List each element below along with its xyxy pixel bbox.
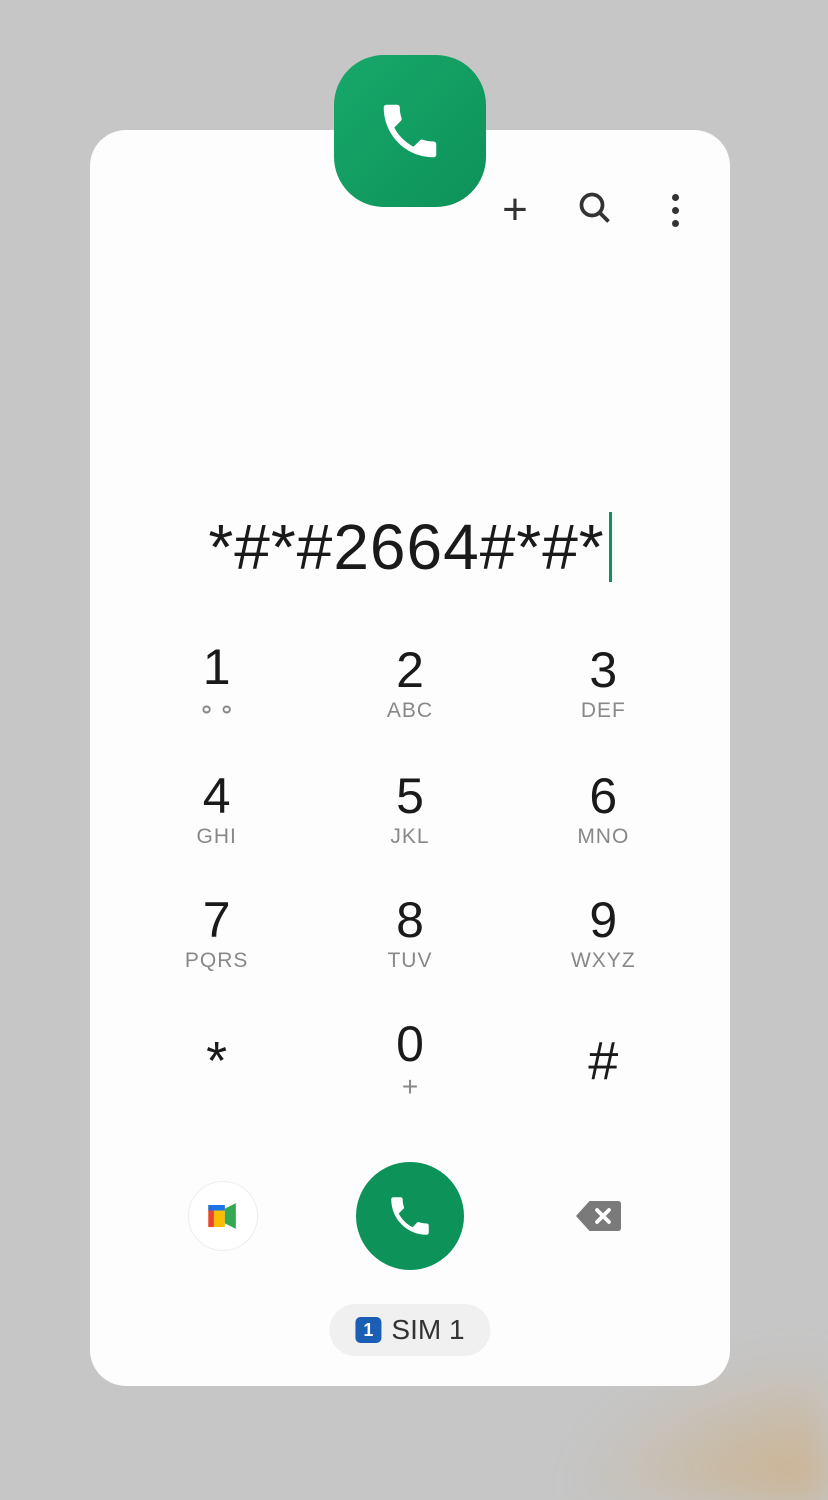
key-digit-label: 4 (203, 771, 231, 821)
key-4[interactable]: 4 GHI (130, 771, 303, 849)
key-digit-label: 2 (396, 645, 424, 695)
key-3[interactable]: 3 DEF (517, 642, 690, 725)
phone-app-icon[interactable] (334, 55, 486, 207)
add-button[interactable]: + (495, 190, 535, 230)
key-digit-label: 9 (589, 895, 617, 945)
key-digit-label: 5 (396, 771, 424, 821)
phone-icon (385, 1191, 435, 1241)
key-sub-label: DEF (581, 699, 626, 723)
header-actions: + (495, 190, 695, 230)
key-sub-label: + (402, 1071, 418, 1103)
key-digit-label: # (588, 1034, 618, 1088)
sim-selector[interactable]: 1 SIM 1 (329, 1304, 490, 1356)
key-1[interactable]: 1 ⚬⚬ (130, 642, 303, 725)
plus-icon: + (502, 185, 528, 235)
key-0[interactable]: 0 + (323, 1019, 496, 1103)
key-7[interactable]: 7 PQRS (130, 895, 303, 973)
key-9[interactable]: 9 WXYZ (517, 895, 690, 973)
key-star[interactable]: * (130, 1019, 303, 1103)
key-sub-label: WXYZ (571, 949, 636, 973)
google-meet-icon (201, 1194, 245, 1238)
cursor (609, 512, 612, 582)
key-digit-label: 8 (396, 895, 424, 945)
key-sub-label: MNO (577, 825, 629, 849)
keypad: 1 ⚬⚬ 2 ABC 3 DEF 4 GHI 5 JKL 6 MNO 7 PQR… (130, 642, 690, 1103)
backspace-button[interactable] (573, 1198, 621, 1234)
number-display[interactable]: *#*#2664#*#* (90, 510, 730, 584)
video-call-button[interactable] (188, 1181, 258, 1251)
key-sub-label: GHI (196, 825, 236, 849)
key-sub-label: TUV (387, 949, 432, 973)
backspace-icon (573, 1198, 621, 1234)
action-row (130, 1162, 690, 1270)
call-button[interactable] (356, 1162, 464, 1270)
key-digit-label: 0 (396, 1019, 424, 1069)
entered-number: *#*#2664#*#* (208, 510, 604, 584)
search-icon (577, 190, 613, 231)
more-button[interactable] (655, 190, 695, 230)
sim-number-badge: 1 (355, 1317, 381, 1343)
key-digit-label: 7 (203, 895, 231, 945)
voicemail-icon: ⚬⚬ (197, 696, 237, 725)
key-sub-label: JKL (390, 825, 429, 849)
sim-label: SIM 1 (391, 1314, 464, 1346)
key-sub-label: ABC (387, 699, 433, 723)
key-6[interactable]: 6 MNO (517, 771, 690, 849)
key-5[interactable]: 5 JKL (323, 771, 496, 849)
key-digit-label: 3 (589, 645, 617, 695)
key-2[interactable]: 2 ABC (323, 642, 496, 725)
more-vert-icon (672, 194, 679, 227)
key-hash[interactable]: # (517, 1019, 690, 1103)
key-digit-label: 1 (203, 642, 231, 692)
key-sub-label: PQRS (185, 949, 249, 973)
key-digit-label: 6 (589, 771, 617, 821)
search-button[interactable] (575, 190, 615, 230)
key-8[interactable]: 8 TUV (323, 895, 496, 973)
key-digit-label: * (206, 1034, 227, 1088)
dialer-card: + *#*#2664#*#* 1 ⚬⚬ 2 ABC 3 DEF (90, 130, 730, 1386)
